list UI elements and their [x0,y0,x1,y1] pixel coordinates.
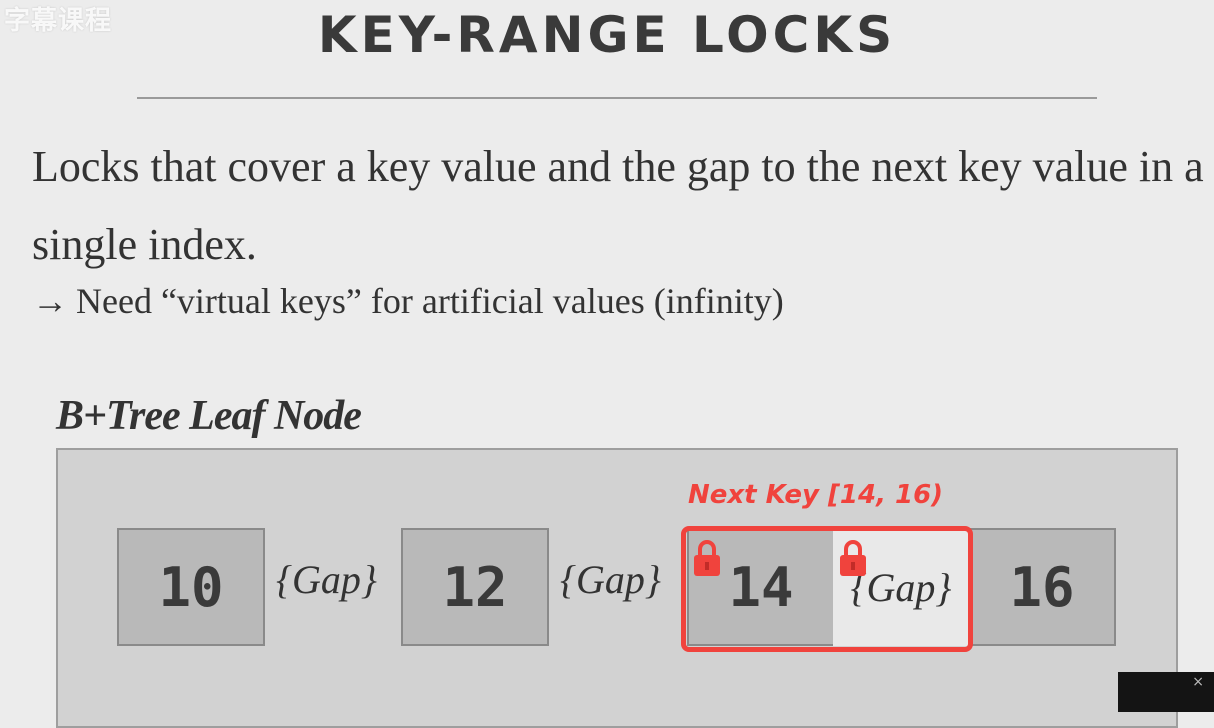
lock-icon [694,540,720,576]
next-key-highlight [681,526,973,652]
slide-body-text: Locks that cover a key value and the gap… [32,142,1204,269]
gap-label: {Gap} [276,557,377,602]
key-box-10: 10 [117,528,265,646]
diagram-label: B+Tree Leaf Node [56,393,362,439]
bullet-arrow-icon: → [32,281,68,321]
slide-bullet: → Need “virtual keys” for artificial valu… [32,280,784,322]
bullet-text: Need “virtual keys” for artificial value… [76,281,784,321]
gap-label: {Gap} [560,557,661,602]
close-icon[interactable]: × [1192,674,1204,690]
key-box-12: 12 [401,528,549,646]
video-thumbnail[interactable]: × [1118,672,1214,712]
lock-icon [840,540,866,576]
next-key-label: Next Key [14, 16) [688,480,944,510]
key-box-16: 16 [968,528,1116,646]
title-divider [137,97,1097,99]
slide-title: KEY-RANGE LOCKS [317,6,897,64]
